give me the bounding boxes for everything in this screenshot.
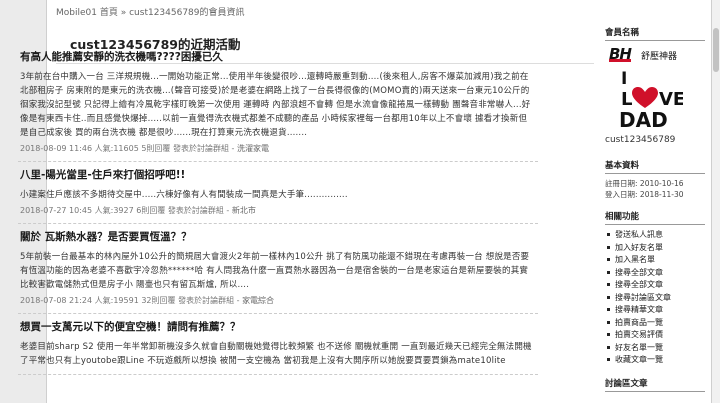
search-featured-posts-link[interactable]: 搜尋精華文章 bbox=[605, 304, 705, 317]
post-board-prefix: 發表於討論群組 - bbox=[172, 144, 235, 153]
breadcrumb-current: cust123456789的會員資訊 bbox=[129, 8, 245, 18]
breadcrumb: Mobile01 首頁 » cust123456789的會員資訊 bbox=[56, 5, 245, 18]
search-forum-posts-link[interactable]: 搜尋討論區文章 bbox=[605, 292, 705, 305]
post-excerpt: 老婆目前sharp S2 使用一年半常卸新機沒多久就會自動關機她覺得比較頻繁 也… bbox=[20, 342, 532, 366]
send-message-link[interactable]: 發送私人訊息 bbox=[605, 229, 705, 242]
post-views: 人氣:11605 bbox=[94, 144, 139, 153]
page-scrollbar[interactable] bbox=[712, 0, 720, 403]
member-username[interactable]: cust123456789 bbox=[605, 135, 705, 145]
auction-items-link[interactable]: 拍賣商品一覽 bbox=[605, 317, 705, 330]
post-title-link[interactable]: 想買一支萬元以下的便宜空機！請問有推薦？？ bbox=[20, 320, 534, 334]
member-sidebar: 會員名稱 BH 舒壓神器 I L VE DAD cust123456789 基本… bbox=[605, 26, 705, 402]
activity-list: 有高人能推薦安靜的洗衣機嗎????困擾已久 3年前在台中購入一台 三洋規規機..… bbox=[18, 50, 538, 381]
post-views: 人氣:19591 bbox=[94, 296, 139, 305]
functions-block: 相關功能 發送私人訊息 加入好友名單 加入黑名單 搜尋全部文章 搜尋全部文章 搜… bbox=[605, 210, 705, 367]
post-board-link[interactable]: 洗濯家電 bbox=[237, 144, 269, 153]
post-title-link[interactable]: 八里-陽光當里-住戶來打個招呼吧!! bbox=[20, 168, 534, 182]
post-board-link[interactable]: 新北市 bbox=[232, 206, 256, 215]
auction-ratings-link[interactable]: 拍賣交易評價 bbox=[605, 329, 705, 342]
post-meta: 2018-07-27 10:45 人氣:3927 6則回覆 發表於討論群組 - … bbox=[20, 205, 534, 217]
login-date-row: 登入日期: 2018-11-30 bbox=[605, 189, 705, 200]
post-replies: 5則回覆 bbox=[141, 144, 171, 153]
basic-info-heading: 基本資料 bbox=[605, 159, 705, 174]
avatar-line2-ve: VE bbox=[659, 89, 683, 110]
login-date-value: 2018-11-30 bbox=[639, 190, 684, 199]
post-meta: 2018-07-08 21:24 人氣:19591 32則回覆 發表於討論群組 … bbox=[20, 295, 534, 307]
add-blacklist-link[interactable]: 加入黑名單 bbox=[605, 254, 705, 267]
bookmarked-posts-link[interactable]: 收藏文章一覽 bbox=[605, 354, 705, 367]
register-date-label: 註冊日期: bbox=[605, 179, 638, 188]
post-excerpt: 小建案住戶應該不多期待交屋中.....六棟好像有人有間裝成一間真是大手筆....… bbox=[20, 190, 348, 200]
functions-list: 發送私人訊息 加入好友名單 加入黑名單 搜尋全部文章 搜尋全部文章 搜尋討論區文… bbox=[605, 229, 705, 367]
post-title-link[interactable]: 關於 瓦斯熱水器？是否要買恆溫？？ bbox=[20, 230, 534, 244]
post-date: 2018-07-27 10:45 bbox=[20, 206, 93, 215]
add-friend-link[interactable]: 加入好友名單 bbox=[605, 242, 705, 255]
basic-info-block: 基本資料 註冊日期: 2010-10-16 登入日期: 2018-11-30 bbox=[605, 159, 705, 200]
breadcrumb-separator: » bbox=[120, 8, 127, 18]
post-views: 人氣:3927 bbox=[94, 206, 134, 215]
love-dad-graphic: I L VE DAD bbox=[619, 69, 683, 131]
friend-list-link[interactable]: 好友名單一覽 bbox=[605, 342, 705, 355]
forum-posts-block: 討論區文章 bbox=[605, 377, 705, 392]
member-block: 會員名稱 BH 舒壓神器 I L VE DAD cust123456789 bbox=[605, 26, 705, 145]
register-date-value: 2010-10-16 bbox=[639, 179, 684, 188]
functions-heading: 相關功能 bbox=[605, 210, 705, 225]
post-board-prefix: 發表於討論群組 - bbox=[178, 296, 240, 305]
avatar-line1: I bbox=[621, 69, 627, 89]
avatar-line2-l: L bbox=[621, 89, 632, 110]
post-date: 2018-07-08 21:24 bbox=[20, 296, 93, 305]
post-excerpt: 3年前在台中購入一台 三洋規規機...一開始功能正常...使用半年後變很吵...… bbox=[20, 72, 531, 138]
post-replies: 32則回覆 bbox=[141, 296, 176, 305]
forum-posts-heading: 討論區文章 bbox=[605, 377, 705, 392]
post-excerpt: 5年前裝一台最基本的林內屋外10公升的簡規屆大會渡火2年前一樣林內10公升 挑了… bbox=[20, 252, 530, 290]
avatar-line3: DAD bbox=[619, 108, 668, 131]
search-all-posts-link[interactable]: 搜尋全部文章 bbox=[605, 267, 705, 280]
login-date-label: 登入日期: bbox=[605, 190, 638, 199]
list-item: 想買一支萬元以下的便宜空機！請問有推薦？？ 老婆目前sharp S2 使用一年半… bbox=[18, 320, 538, 375]
scrollbar-thumb[interactable] bbox=[713, 28, 719, 72]
member-avatar[interactable]: BH 舒壓神器 I L VE DAD bbox=[605, 45, 695, 131]
avatar-tagline: 舒壓神器 bbox=[641, 52, 678, 62]
post-board-link[interactable]: 家電綜合 bbox=[242, 296, 274, 305]
post-title-link[interactable]: 有高人能推薦安靜的洗衣機嗎????困擾已久 bbox=[20, 50, 534, 64]
post-date: 2018-08-09 11:46 bbox=[20, 144, 93, 153]
post-meta: 2018-08-09 11:46 人氣:11605 5則回覆 發表於討論群組 -… bbox=[20, 143, 534, 155]
list-item: 有高人能推薦安靜的洗衣機嗎????困擾已久 3年前在台中購入一台 三洋規規機..… bbox=[18, 50, 538, 162]
post-replies: 6則回覆 bbox=[136, 206, 166, 215]
heart-icon bbox=[632, 87, 658, 108]
list-item: 關於 瓦斯熱水器？是否要買恆溫？？ 5年前裝一台最基本的林內屋外10公升的簡規屆… bbox=[18, 230, 538, 314]
list-item: 八里-陽光當里-住戶來打個招呼吧!! 小建案住戶應該不多期待交屋中.....六棟… bbox=[18, 168, 538, 224]
search-all-posts-link-2[interactable]: 搜尋全部文章 bbox=[605, 279, 705, 292]
breadcrumb-home-link[interactable]: Mobile01 首頁 bbox=[56, 8, 118, 18]
post-board-prefix: 發表於討論群組 - bbox=[167, 206, 230, 215]
avatar-brand: BH bbox=[609, 45, 632, 63]
member-heading: 會員名稱 bbox=[605, 26, 705, 41]
register-date-row: 註冊日期: 2010-10-16 bbox=[605, 178, 705, 189]
